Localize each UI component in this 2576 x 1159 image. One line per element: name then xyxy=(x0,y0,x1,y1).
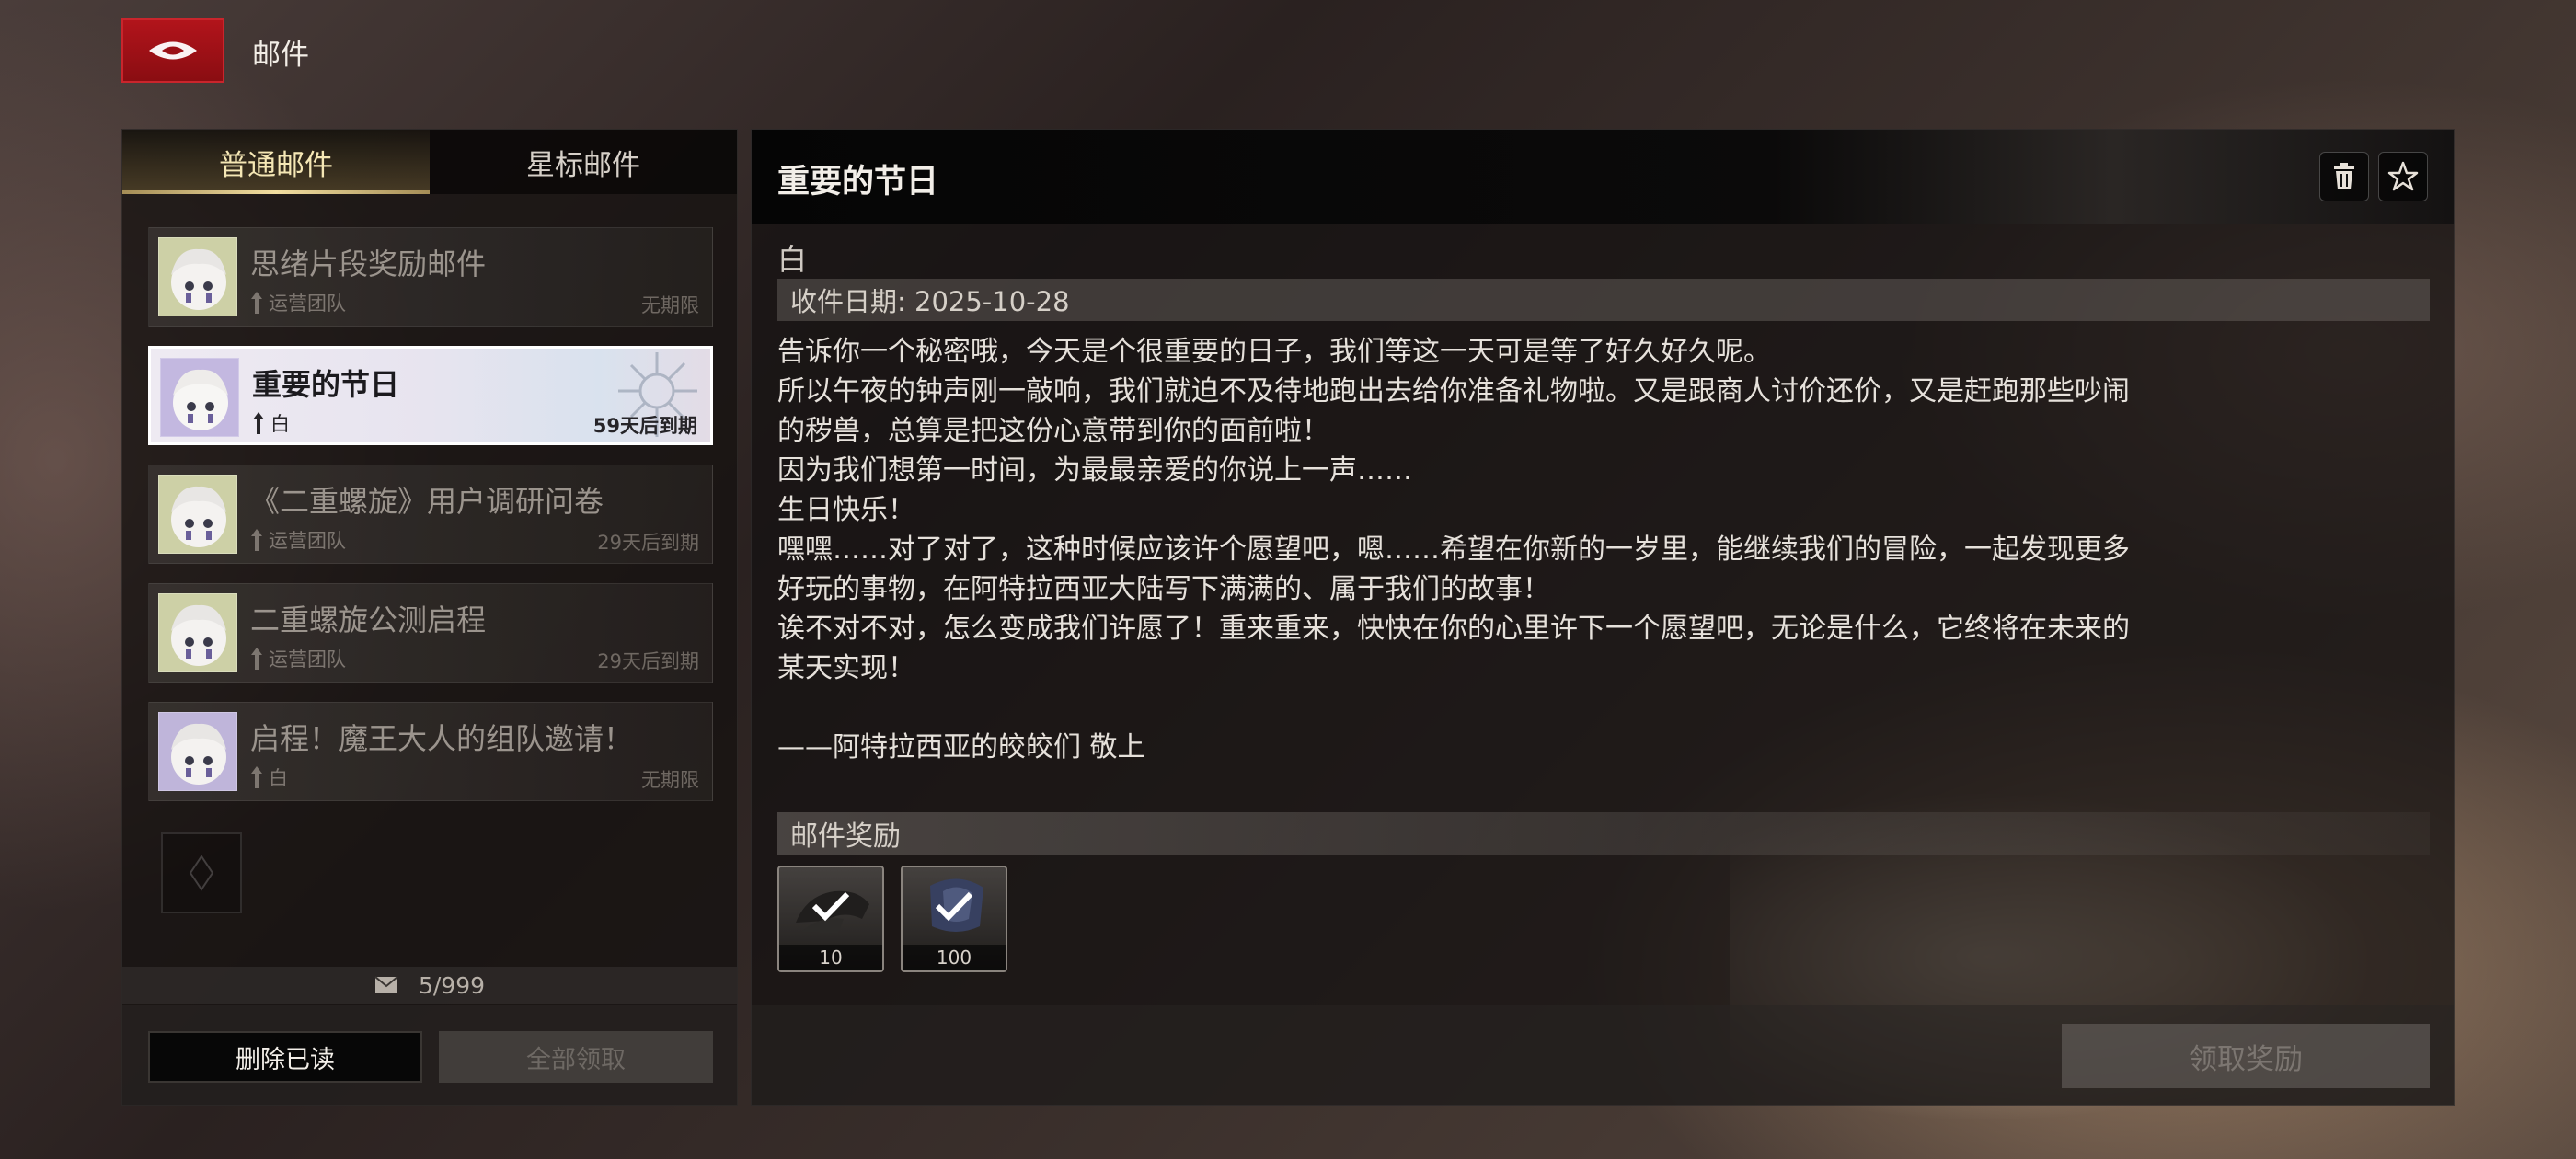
eye-emblem-icon xyxy=(149,41,197,60)
mail-expire: 无期限 xyxy=(641,769,699,791)
mail-title: 启程！魔王大人的组队邀请！ xyxy=(250,721,634,756)
star-icon xyxy=(2387,161,2419,191)
game-logo xyxy=(121,18,224,83)
mail-count: 5/999 xyxy=(418,971,486,999)
star-mail-button[interactable] xyxy=(2378,152,2428,201)
mail-title: 二重螺旋公测启程 xyxy=(250,602,487,637)
mail-list-panel: 普通邮件 星标邮件 思绪片段奖励邮件 运营团队 无期限 重要的节日 白 59天后… xyxy=(121,129,738,1106)
checkmark-icon xyxy=(935,891,973,922)
mail-item[interactable]: 《二重螺旋》用户调研问卷 运营团队 29天后到期 xyxy=(148,465,713,564)
mail-expire: 无期限 xyxy=(641,294,699,316)
mail-expire: 29天后到期 xyxy=(597,650,699,672)
page-title: 邮件 xyxy=(252,39,309,72)
avatar xyxy=(160,358,239,437)
sender-pin-icon xyxy=(251,529,262,551)
received-date: 收件日期: 2025-10-28 xyxy=(777,279,2430,321)
mail-sender: 运营团队 xyxy=(250,526,346,554)
tab-starred-mail[interactable]: 星标邮件 xyxy=(430,130,737,194)
mail-sender: 白 xyxy=(250,763,288,791)
sender-pin-icon xyxy=(251,766,262,788)
mail-sender: 运营团队 xyxy=(250,645,346,672)
sender-pin-icon xyxy=(251,292,262,314)
reward-item[interactable]: 10 xyxy=(777,866,884,972)
avatar xyxy=(158,712,237,791)
delete-mail-button[interactable] xyxy=(2319,152,2369,201)
reward-section-label: 邮件奖励 xyxy=(777,812,2430,855)
reward-quantity: 10 xyxy=(779,945,882,970)
mail-expire: 59天后到期 xyxy=(592,415,697,437)
mail-sender-name: 白 xyxy=(270,413,290,435)
checkmark-icon xyxy=(811,891,850,922)
empty-mail-slot xyxy=(161,832,242,913)
tab-normal-mail[interactable]: 普通邮件 xyxy=(122,130,430,194)
reward-item[interactable]: 100 xyxy=(901,866,1007,972)
mail-detail-panel: 重要的节日 白 收件日期: 2025-10-28 告诉你一个秘密哦，今天是个很重… xyxy=(751,129,2455,1106)
mail-sender-name: 白 xyxy=(269,767,288,789)
mail-sender: 白 xyxy=(252,409,290,437)
mail-item[interactable]: 思绪片段奖励邮件 运营团队 无期限 xyxy=(148,227,713,327)
envelope-icon xyxy=(374,976,398,993)
mail-expire: 29天后到期 xyxy=(597,532,699,554)
mail-sender-name: 运营团队 xyxy=(269,293,346,315)
avatar xyxy=(158,593,237,672)
mail-title: 重要的节日 xyxy=(252,367,400,402)
mail-title: 《二重螺旋》用户调研问卷 xyxy=(250,484,604,519)
mail-body: 告诉你一个秘密哦，今天是个很重要的日子，我们等这一天可是等了好久好久呢。 所以午… xyxy=(777,336,2130,763)
sender-pin-icon xyxy=(253,412,264,434)
chibi-avatar-icon xyxy=(171,604,226,666)
mail-item[interactable]: 二重螺旋公测启程 运营团队 29天后到期 xyxy=(148,583,713,683)
left-action-bar: 删除已读 全部领取 xyxy=(122,1005,737,1105)
avatar xyxy=(158,475,237,554)
claim-reward-button[interactable]: 领取奖励 xyxy=(2062,1024,2430,1088)
reward-quantity: 100 xyxy=(903,945,1006,970)
detail-sender: 白 xyxy=(777,242,808,277)
claim-all-button[interactable]: 全部领取 xyxy=(439,1031,713,1083)
avatar xyxy=(158,237,237,316)
mail-title: 思绪片段奖励邮件 xyxy=(250,247,487,281)
delete-read-button[interactable]: 删除已读 xyxy=(148,1031,422,1083)
trash-icon xyxy=(2334,163,2354,189)
mail-item[interactable]: 重要的节日 白 59天后到期 xyxy=(148,346,713,445)
mail-list: 思绪片段奖励邮件 运营团队 无期限 重要的节日 白 59天后到期 《二重螺旋》用… xyxy=(148,227,713,820)
chibi-avatar-icon xyxy=(171,248,226,310)
mail-sender-name: 运营团队 xyxy=(269,530,346,552)
sender-pin-icon xyxy=(251,648,262,670)
diamond-emblem-icon xyxy=(189,855,214,891)
mail-sender-name: 运营团队 xyxy=(269,648,346,671)
chibi-avatar-icon xyxy=(171,486,226,547)
chibi-avatar-icon xyxy=(173,369,228,430)
chibi-avatar-icon xyxy=(171,723,226,785)
claimed-check xyxy=(903,867,1006,945)
mail-count-bar: 5/999 xyxy=(122,967,737,1004)
detail-header: 重要的节日 xyxy=(752,130,2454,224)
detail-title: 重要的节日 xyxy=(777,164,939,201)
mail-tabs: 普通邮件 星标邮件 xyxy=(122,130,737,194)
detail-action-bar: 领取奖励 xyxy=(752,1005,2454,1105)
mail-sender: 运营团队 xyxy=(250,289,346,316)
mail-item[interactable]: 启程！魔王大人的组队邀请！ 白 无期限 xyxy=(148,702,713,801)
claimed-check xyxy=(779,867,882,945)
